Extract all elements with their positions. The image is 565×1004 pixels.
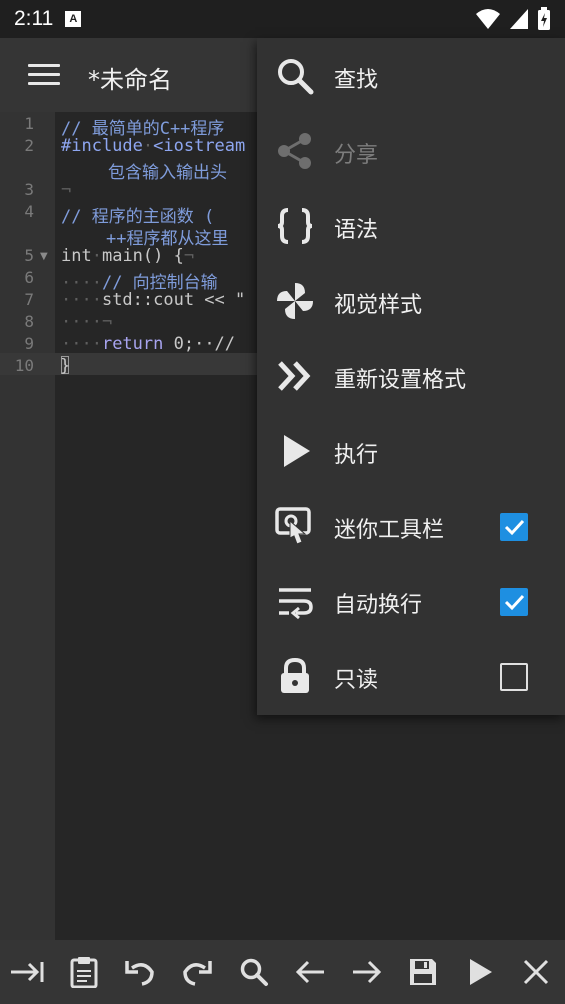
menu-label: 查找 — [334, 68, 379, 93]
search-icon — [275, 56, 315, 96]
status-indicators — [475, 7, 551, 31]
code-line: ····return 0;··// — [61, 334, 235, 354]
line-number: 2 — [24, 136, 34, 155]
menu-label: 分享 — [334, 143, 379, 168]
battery-icon — [538, 7, 550, 30]
code-line: ····std::cout << " — [61, 290, 245, 310]
read-only-checkbox[interactable] — [500, 663, 528, 691]
menu-label: 自动换行 — [334, 593, 423, 618]
code-statement: 0;··// — [163, 334, 236, 354]
braces-icon — [275, 206, 315, 246]
fold-arrow-icon[interactable]: ▼ — [40, 251, 48, 262]
play-icon — [275, 431, 315, 471]
lock-icon — [275, 656, 315, 696]
line-number: 4 — [24, 202, 34, 221]
line-number: 9 — [24, 334, 34, 353]
code-line: } — [60, 356, 71, 376]
line-number: 10 — [14, 356, 34, 375]
clipboard-icon[interactable] — [66, 954, 102, 990]
menu-item-share[interactable]: 分享 — [257, 113, 565, 188]
menu-item-execute[interactable]: 执行 — [257, 413, 565, 488]
line-number: 1 — [24, 114, 34, 133]
menu-item-find[interactable]: 查找 — [257, 38, 565, 113]
status-bar: 2:11 A — [0, 0, 565, 38]
menu-item-mini-toolbar[interactable]: 迷你工具栏 — [257, 488, 565, 563]
menu-label: 迷你工具栏 — [334, 518, 445, 543]
close-icon[interactable] — [518, 954, 554, 990]
app-notification-icon: A — [65, 11, 82, 27]
code-keyword: return — [101, 334, 164, 354]
code-include-path: <iostream — [153, 136, 246, 156]
line-number: 6 — [24, 268, 34, 287]
code-brace: } — [60, 356, 71, 376]
code-line: int·main() {¬ — [61, 246, 195, 266]
line-number: 3 — [24, 180, 34, 199]
menu-label: 视觉样式 — [334, 293, 423, 318]
menu-label: 只读 — [334, 668, 379, 693]
newline-marker: ¬ — [61, 180, 72, 200]
menu-item-syntax[interactable]: 语法 — [257, 188, 565, 263]
indent-marker: ····¬ — [61, 312, 113, 332]
bottom-toolbar — [0, 940, 565, 1004]
hamburger-menu-icon[interactable] — [28, 64, 60, 88]
signal-icon — [510, 9, 528, 29]
code-line: ····¬ — [61, 312, 112, 332]
share-icon — [275, 131, 315, 171]
indent-marker: ···· — [61, 334, 102, 354]
pinwheel-icon — [275, 281, 315, 321]
code-line: #include·<iostream — [61, 136, 246, 156]
menu-item-read-only[interactable]: 只读 — [257, 638, 565, 713]
line-number: 7 — [24, 290, 34, 309]
word-wrap-checkbox[interactable] — [500, 588, 528, 616]
redo-icon[interactable] — [179, 954, 215, 990]
save-icon[interactable] — [405, 954, 441, 990]
code-statement: std::cout << " — [101, 290, 246, 310]
code-type: int — [61, 246, 92, 266]
newline-marker: ¬ — [183, 246, 195, 266]
code-line-wrapped: 包含输入输出头 — [108, 158, 227, 183]
menu-label: 执行 — [334, 443, 379, 468]
overflow-menu: 查找 分享 语法 视觉样式 重新设置格式 执行 迷你工具栏 自动换行 只读 — [257, 38, 565, 715]
wrap-icon — [275, 581, 315, 621]
code-preprocessor: #include — [61, 136, 143, 156]
arrow-right-icon[interactable] — [349, 954, 385, 990]
wifi-icon — [476, 9, 500, 29]
menu-label: 重新设置格式 — [334, 368, 467, 393]
indent-marker: ···· — [61, 290, 102, 310]
search-icon[interactable] — [236, 954, 272, 990]
undo-icon[interactable] — [122, 954, 158, 990]
double-chevron-icon — [275, 356, 315, 396]
play-icon[interactable] — [462, 954, 498, 990]
touch-icon — [275, 506, 315, 546]
arrow-left-icon[interactable] — [292, 954, 328, 990]
menu-label: 语法 — [334, 218, 379, 243]
code-function: main() { — [101, 246, 184, 266]
code-comment: 包含输入输出头 — [108, 163, 227, 183]
document-title: *未命名 — [88, 66, 172, 94]
line-number: 5 — [24, 246, 34, 265]
menu-item-reformat[interactable]: 重新设置格式 — [257, 338, 565, 413]
mini-toolbar-checkbox[interactable] — [500, 513, 528, 541]
code-line: ¬ — [61, 180, 71, 200]
status-time: 2:11 — [14, 7, 54, 30]
line-number: 8 — [24, 312, 34, 331]
line-number-gutter — [0, 112, 55, 940]
menu-item-word-wrap[interactable]: 自动换行 — [257, 563, 565, 638]
menu-item-visual-style[interactable]: 视觉样式 — [257, 263, 565, 338]
tab-icon[interactable] — [9, 954, 45, 990]
